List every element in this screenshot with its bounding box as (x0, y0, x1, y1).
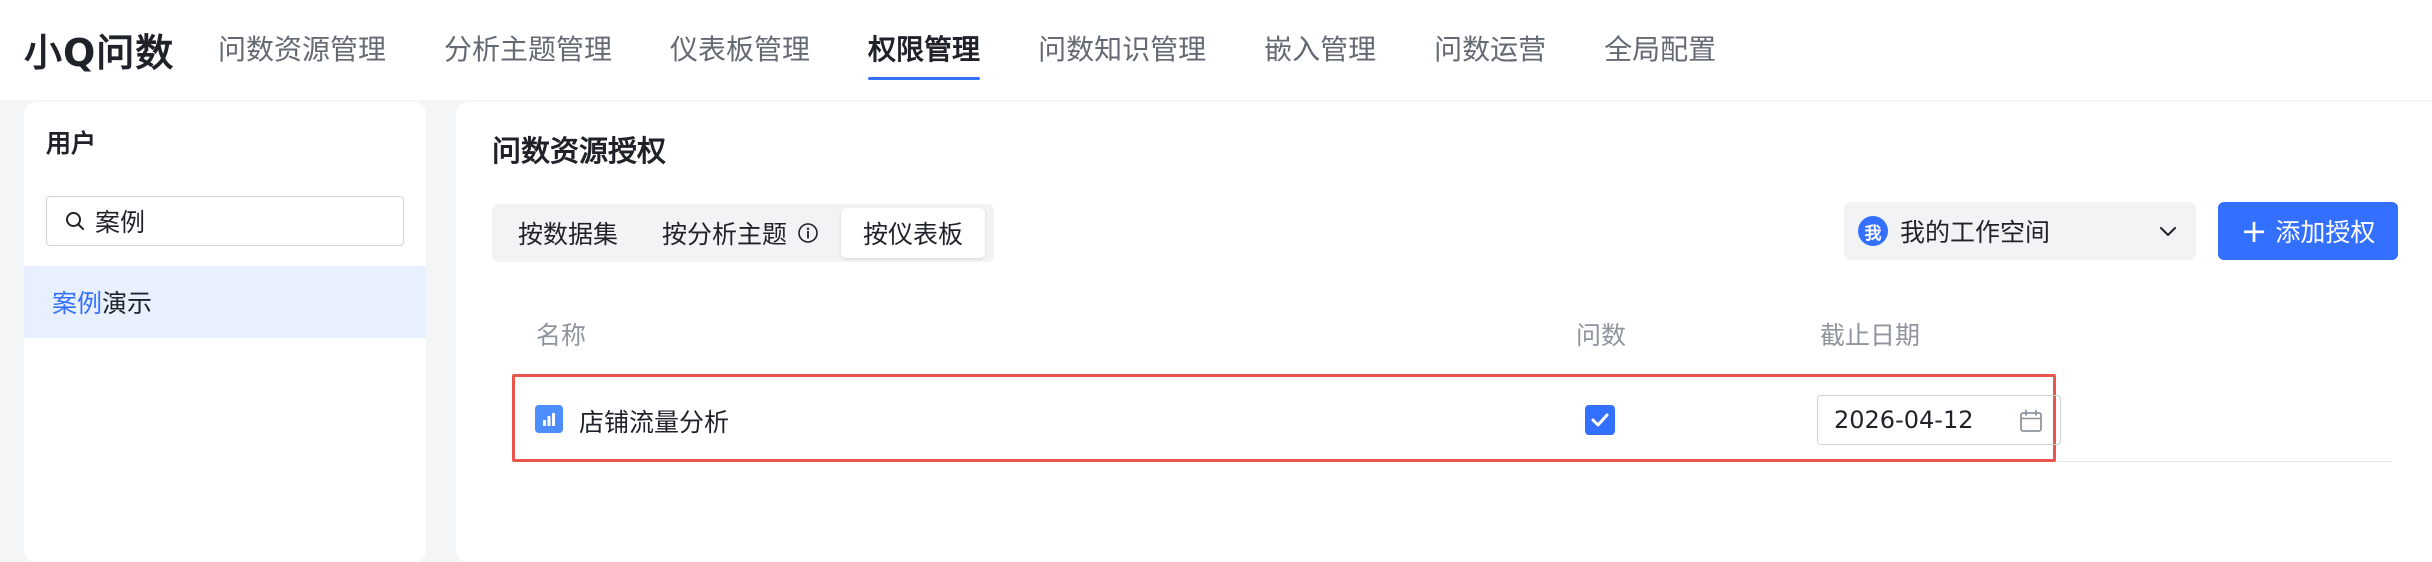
tab-by-dataset-label: 按数据集 (518, 220, 619, 249)
row-dashboard-name: 店铺流量分析 (579, 408, 730, 437)
column-header-name: 名称 (536, 321, 587, 350)
ask-permission-checkbox[interactable] (1585, 405, 1615, 435)
nav-item-permission-management[interactable]: 权限管理 (868, 0, 981, 100)
user-list-item[interactable]: 案例 演示 (24, 266, 426, 338)
nav-item-analysis-topic-management[interactable]: 分析主题管理 (444, 0, 612, 100)
app-logo-title: 小Q问数 (24, 31, 175, 75)
search-icon (66, 212, 84, 230)
info-icon[interactable] (797, 222, 819, 244)
deadline-date-value: 2026-04-12 (1834, 406, 1974, 434)
user-panel-title: 用户 (46, 129, 97, 158)
tab-by-analysis-topic-label: 按分析主题 (662, 220, 788, 249)
table-row[interactable]: 店铺流量分析 2026-04-12 (512, 374, 2061, 462)
plus-icon: + (2240, 212, 2268, 250)
workspace-avatar: 我 (1858, 216, 1888, 246)
workspace-select[interactable]: 我 我的工作空间 (1844, 202, 2196, 260)
deadline-date-picker[interactable]: 2026-04-12 (1817, 395, 2061, 445)
chevron-down-icon (2160, 227, 2176, 236)
tab-by-analysis-topic[interactable]: 按分析主题 (640, 208, 841, 258)
tab-by-dashboard[interactable]: 按仪表板 (841, 208, 986, 258)
dashboard-icon (535, 405, 563, 433)
column-header-deadline: 截止日期 (1820, 321, 1921, 350)
workspace-select-value: 我的工作空间 (1900, 218, 2051, 247)
authorization-panel: 问数资源授权 按数据集 按分析主题 按仪表板 我 我的工作空间 + 添加授权 名… (456, 102, 2432, 562)
user-item-label-rest: 演示 (102, 289, 153, 318)
top-navigation-bar: 小Q问数 问数资源管理 分析主题管理 仪表板管理 权限管理 问数知识管理 嵌入管… (0, 0, 2432, 100)
page-title: 问数资源授权 (492, 134, 667, 168)
nav-item-knowledge-management[interactable]: 问数知识管理 (1038, 0, 1206, 100)
nav-item-resource-management[interactable]: 问数资源管理 (218, 0, 386, 100)
nav-item-dashboard-management[interactable]: 仪表板管理 (670, 0, 810, 100)
add-authorization-button[interactable]: + 添加授权 (2218, 202, 2398, 260)
user-search-box[interactable] (46, 196, 404, 246)
user-item-match-highlight: 案例 (52, 289, 103, 318)
checkmark-icon (1591, 413, 1609, 427)
nav-item-global-config[interactable]: 全局配置 (1604, 0, 1716, 100)
tab-by-dataset[interactable]: 按数据集 (496, 208, 640, 258)
authorization-type-tabs: 按数据集 按分析主题 按仪表板 (492, 204, 994, 262)
main-nav: 问数资源管理 分析主题管理 仪表板管理 权限管理 问数知识管理 嵌入管理 问数运… (218, 0, 1774, 100)
tab-by-dashboard-label: 按仪表板 (863, 220, 964, 249)
column-header-ask: 问数 (1576, 321, 1627, 350)
user-panel: 用户 案例演示 (24, 102, 426, 562)
nav-item-embed-management[interactable]: 嵌入管理 (1264, 0, 1376, 100)
user-search-input[interactable] (95, 206, 395, 236)
add-authorization-label: 添加授权 (2275, 218, 2376, 247)
calendar-icon (2020, 409, 2042, 432)
nav-item-operations[interactable]: 问数运营 (1434, 0, 1546, 100)
